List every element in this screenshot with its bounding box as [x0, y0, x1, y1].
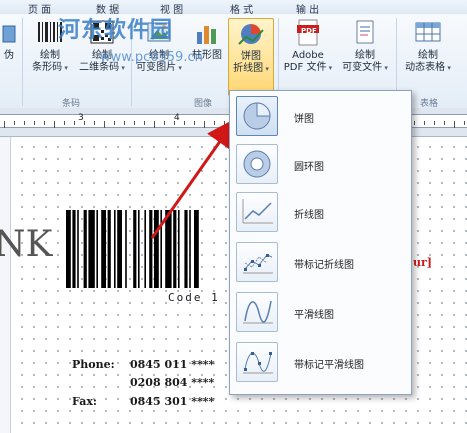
dyntable-btn-line2: 动态表格 — [405, 62, 446, 73]
barcode-btn-line1: 绘制 — [40, 50, 60, 61]
ruler-tick — [464, 121, 465, 125]
contact-phone-value: 0845 011 **** — [130, 358, 215, 371]
menu-item-smooth-line-chart[interactable]: 平滑线图 — [234, 289, 406, 335]
table-icon — [413, 18, 443, 48]
ruler-tick — [54, 121, 55, 128]
barcode-bar — [77, 210, 79, 288]
separator — [22, 18, 23, 106]
ruler-tick — [424, 121, 425, 125]
ruler-tick — [114, 121, 115, 125]
ruler-tick — [134, 121, 135, 125]
barcode-bar — [114, 210, 116, 288]
barcode-bar — [88, 210, 95, 288]
menu-item-donut-chart[interactable]: 圆环图 — [234, 141, 406, 187]
menu-item-label: 折线图 — [294, 210, 324, 221]
barcode-bar — [83, 210, 87, 288]
partial-heading-text: NK — [0, 224, 53, 265]
pie-chart-icon — [236, 96, 278, 136]
ruler-tick — [4, 121, 5, 128]
donut-chart-icon — [236, 144, 278, 184]
barcode-bar — [133, 210, 137, 288]
ruler-tick — [44, 121, 45, 125]
contact-phone-label: Phone: — [72, 358, 115, 371]
marker-line-chart-icon — [236, 242, 278, 282]
contact-phone2-value: 0208 804 **** — [130, 376, 215, 389]
menu-item-label: 圆环图 — [294, 162, 324, 173]
ruler-tick — [104, 121, 105, 128]
dropdown-caret-icon: ▾ — [326, 64, 333, 72]
contact-fax-value: 0845 301 **** — [130, 395, 215, 408]
menu-item-line-chart[interactable]: 折线图 — [234, 189, 406, 235]
partial-left-label: 伪 — [4, 50, 14, 61]
ruler-tick — [454, 121, 455, 128]
ruler-tick — [24, 121, 25, 125]
barcode-btn-line2: 条形码 — [32, 62, 63, 73]
smooth-line-chart-icon — [236, 292, 278, 332]
watermark-title: 河东软件园 — [58, 18, 174, 43]
menu-item-label: 带标记折线图 — [294, 260, 354, 271]
dyntable-btn-line1: 绘制 — [418, 50, 438, 61]
bar-chart-icon — [192, 18, 222, 48]
barcode-bar — [66, 210, 71, 288]
barcode-bar — [96, 210, 98, 288]
barcode-caption: Code 1 — [168, 291, 220, 304]
chart-type-dropdown: 饼图 圆环图 折线图 带标记折线图 平滑线图 带标记平滑线图 — [229, 90, 412, 395]
draw-dynamic-table-button[interactable]: 绘制 动态表格 ▾ — [400, 18, 456, 74]
pie-btn-line1: 饼图 — [241, 51, 261, 62]
barcode-bar — [101, 210, 106, 288]
line-chart-icon — [236, 192, 278, 232]
ruler-mark: 3 — [78, 113, 84, 123]
barcode-bar — [72, 210, 76, 288]
draw-variable-file-button[interactable]: 绘制 可变文件 ▾ — [338, 18, 392, 74]
pdf-btn-line2: PDF 文件 — [283, 62, 327, 73]
pdf-btn-line1: Adobe — [292, 50, 324, 61]
ruler-tick — [444, 121, 445, 125]
ruler-tick — [434, 121, 435, 125]
dropdown-caret-icon: ▾ — [176, 64, 182, 72]
pie-line-chart-icon — [236, 19, 266, 49]
partial-left-button[interactable]: 伪 — [0, 18, 18, 62]
ruler-tick — [34, 121, 35, 125]
marker-smooth-line-chart-icon — [236, 342, 278, 382]
barcode-bar — [117, 210, 122, 288]
contact-fax-label: Fax: — [72, 395, 97, 408]
ruler-tick — [124, 121, 125, 125]
ruler-tick — [74, 121, 75, 125]
menu-item-label: 带标记平滑线图 — [294, 360, 364, 371]
dropdown-caret-icon: ▾ — [263, 65, 269, 73]
menu-item-marker-line-chart[interactable]: 带标记折线图 — [234, 239, 406, 285]
menu-item-marker-smooth-line-chart[interactable]: 带标记平滑线图 — [234, 339, 406, 385]
dropdown-caret-icon: ▾ — [119, 64, 125, 72]
menu-item-pie-chart[interactable]: 饼图 — [234, 93, 406, 139]
dropdown-caret-icon: ▾ — [62, 64, 68, 72]
menu-item-label: 饼图 — [294, 114, 314, 125]
edit-icon — [1, 18, 17, 48]
pie-line-chart-button[interactable]: 饼图 折线图 ▾ — [228, 18, 274, 96]
canvas-left-margin — [0, 137, 11, 433]
variable-file-icon — [350, 18, 380, 48]
barcode-bar — [125, 210, 127, 288]
dropdown-caret-icon: ▾ — [382, 64, 388, 72]
ruler-tick — [414, 121, 415, 125]
red-text-fragment: ur] — [413, 256, 432, 269]
ruler-tick — [14, 121, 15, 125]
pie-btn-line2: 折线图 — [233, 63, 264, 74]
adobe-pdf-file-button[interactable]: PDF Adobe PDF 文件 ▾ — [282, 18, 334, 74]
watermark-url: www.pc0359.cn — [100, 50, 203, 65]
varfile-btn-line2: 可变文件 — [342, 62, 383, 73]
ruler-tick — [84, 121, 85, 125]
menu-item-label: 平滑线图 — [294, 310, 334, 321]
pdf-file-icon: PDF — [293, 18, 323, 48]
barcode-bar — [107, 210, 111, 288]
dropdown-caret-icon: ▾ — [445, 64, 451, 72]
ruler-tick — [94, 121, 95, 125]
varfile-btn-line1: 绘制 — [355, 50, 375, 61]
ruler-tick — [64, 121, 65, 125]
pdf-icon-text: PDF — [301, 27, 317, 35]
